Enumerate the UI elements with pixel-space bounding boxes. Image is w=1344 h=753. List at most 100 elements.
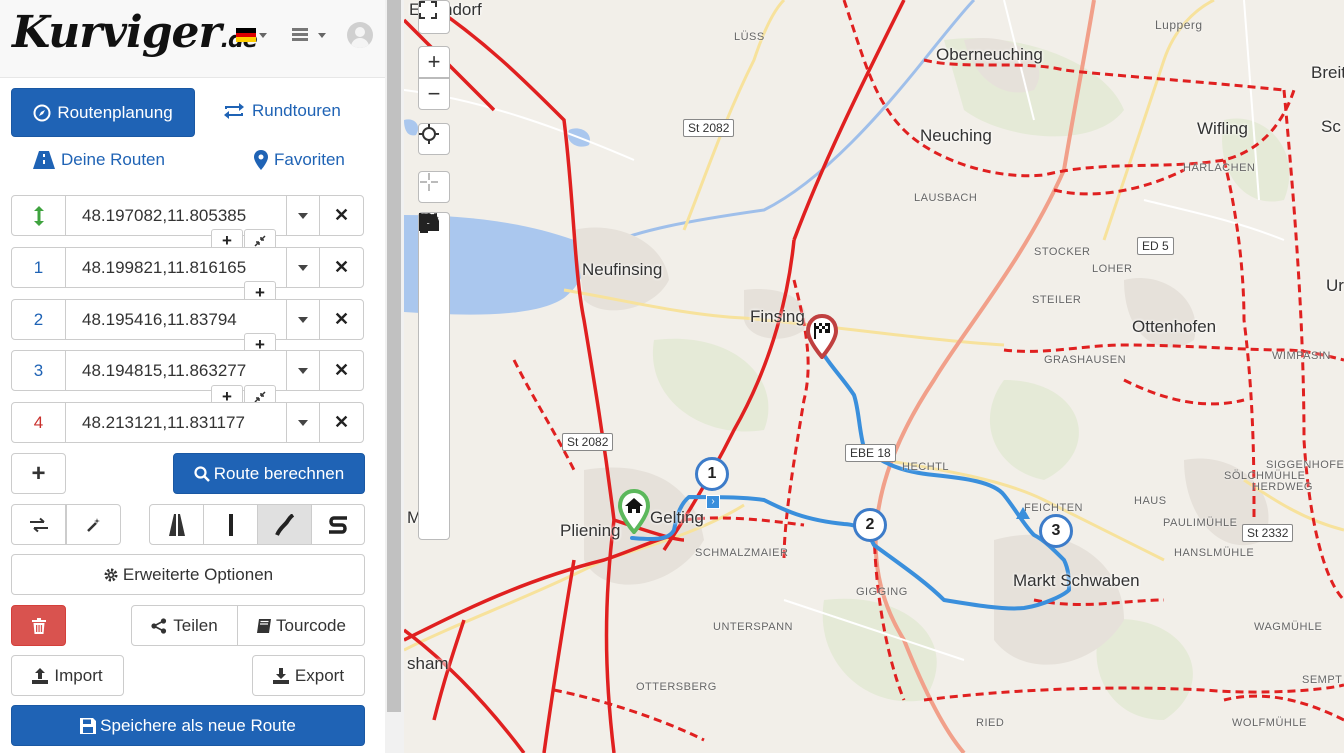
waypoint-number-badge[interactable]: 3	[11, 350, 66, 391]
map-locality-label: LÜSS	[734, 31, 765, 43]
waypoint-destination-badge[interactable]: 4	[11, 402, 66, 443]
waypoint-dropdown-button[interactable]	[286, 247, 320, 288]
map-locality-label: FEICHTEN	[1024, 502, 1083, 514]
chevron-down-icon[interactable]	[259, 33, 267, 38]
binoculars-layer-button[interactable]	[419, 216, 449, 539]
add-waypoint-button[interactable]: +	[11, 453, 66, 494]
map-marker-icon	[254, 150, 268, 170]
start-home-marker[interactable]	[616, 488, 652, 534]
straight-road-icon	[228, 513, 233, 536]
upload-icon	[32, 667, 49, 684]
advanced-options-button[interactable]: Erweiterte Optionen	[11, 554, 365, 595]
waypoint-row: 1 ✕	[11, 247, 364, 288]
museum-layer-button[interactable]	[419, 213, 449, 441]
reverse-route-button[interactable]	[11, 504, 66, 545]
logo[interactable]: Kurviger.de	[12, 8, 258, 66]
optimize-route-button[interactable]	[66, 504, 121, 545]
tab-route-planning-label: Routenplanung	[57, 102, 173, 122]
floppy-disk-icon	[80, 717, 97, 734]
map-canvas[interactable]: Eittendorf Oberneuching Neuching Wifling…	[404, 0, 1344, 753]
map-locality-label: GRASHAUSEN	[1044, 354, 1127, 366]
tourcode-button[interactable]: Tourcode	[237, 605, 365, 646]
tab-my-routes[interactable]: Deine Routen	[33, 150, 165, 170]
chevron-down-icon[interactable]	[318, 33, 326, 38]
waypoint-number-badge[interactable]: 1	[11, 247, 66, 288]
destination-flag-marker[interactable]	[804, 313, 840, 359]
waypoint-row: 2 ✕	[11, 299, 364, 340]
route-waypoint-marker-3[interactable]: 3	[1039, 514, 1073, 548]
export-button[interactable]: Export	[252, 655, 365, 696]
fullscreen-button[interactable]	[418, 0, 450, 34]
waypoints-layer-button[interactable]	[419, 213, 449, 311]
locate-me-button[interactable]	[418, 123, 450, 155]
waypoint-dropdown-button[interactable]	[286, 350, 320, 391]
chevron-down-icon	[298, 419, 308, 426]
map-town-label: Wifling	[1197, 119, 1249, 138]
delete-route-button[interactable]	[11, 605, 66, 646]
remove-waypoint-button[interactable]: ✕	[319, 402, 364, 443]
scrollbar-thumb[interactable]	[387, 0, 401, 712]
route-waypoint-marker-2[interactable]: 2	[853, 508, 887, 542]
tab-favorites[interactable]: Favoriten	[254, 150, 345, 170]
center-route-button[interactable]	[418, 171, 450, 203]
save-new-route-button[interactable]: Speichere als neue Route	[11, 705, 365, 746]
waypoint-number-badge[interactable]: 2	[11, 299, 66, 340]
waypoint-input[interactable]	[65, 402, 287, 443]
waypoint-dropdown-button[interactable]	[286, 195, 320, 236]
fuel-layer-button[interactable]	[419, 215, 449, 344]
language-flag-icon[interactable]	[236, 28, 256, 42]
menu-icon[interactable]	[292, 28, 308, 41]
flag-layer-button[interactable]	[419, 213, 449, 506]
curvature-straight-button[interactable]	[149, 504, 204, 545]
remove-waypoint-button[interactable]: ✕	[319, 350, 364, 391]
remove-waypoint-button[interactable]: ✕	[319, 195, 364, 236]
zoom-out-button[interactable]: −	[418, 78, 450, 110]
map-locality-label: HERDWEG	[1252, 481, 1313, 493]
settings-layer-button[interactable]	[419, 214, 449, 474]
curvature-low-button[interactable]	[203, 504, 258, 545]
advanced-options-label: Erweiterte Optionen	[122, 564, 274, 584]
direction-arrow-icon: ›	[706, 495, 720, 509]
zoom-in-button[interactable]: +	[418, 46, 450, 78]
info-layer-button[interactable]	[419, 213, 449, 409]
curvature-medium-button[interactable]	[257, 504, 312, 545]
tab-route-planning[interactable]: Routenplanung	[11, 88, 195, 137]
avatar[interactable]	[347, 22, 373, 48]
curvature-high-button[interactable]	[311, 504, 365, 545]
map-locality-label: SIGGENHOFEN	[1266, 459, 1344, 471]
remove-waypoint-button[interactable]: ✕	[319, 247, 364, 288]
share-label: Teilen	[173, 615, 218, 635]
map-locality-label: WAGMÜHLE	[1254, 621, 1323, 633]
save-new-route-label: Speichere als neue Route	[100, 715, 296, 735]
map-locality-label: STEILER	[1032, 294, 1082, 306]
waypoint-start-badge[interactable]	[11, 195, 66, 236]
map-town-label: Ur	[1326, 276, 1344, 295]
gear-icon	[104, 568, 118, 581]
compute-route-button[interactable]: Route berechnen	[173, 453, 365, 494]
map-town-label: Breit	[1311, 63, 1344, 82]
map-town-label: Ottenhofen	[1132, 317, 1217, 336]
import-button[interactable]: Import	[11, 655, 124, 696]
magic-wand-icon	[86, 517, 100, 532]
road-number-label: St 2082	[683, 119, 735, 137]
map-locality-label: WIMPASIN	[1272, 350, 1331, 362]
sidebar-scrollbar[interactable]	[385, 0, 404, 753]
share-button[interactable]: Teilen	[131, 605, 238, 646]
retweet-icon	[224, 103, 244, 119]
route-waypoint-marker-1[interactable]: 1	[695, 457, 729, 491]
mountain-layer-button[interactable]	[419, 215, 449, 376]
crosshair-icon	[419, 124, 439, 144]
map-base-layer	[404, 0, 1344, 753]
remove-waypoint-button[interactable]: ✕	[319, 299, 364, 340]
map-locality-label: GIGGING	[856, 586, 908, 598]
crosshair-icon	[420, 173, 438, 191]
search-icon	[194, 465, 210, 482]
map-locality-label: HAUS	[1134, 495, 1167, 507]
map-layer-button[interactable]	[419, 213, 449, 279]
waypoint-row: ✕	[11, 195, 364, 236]
map-town-label: Pliening	[560, 521, 621, 540]
tab-round-trips[interactable]: Rundtouren	[222, 101, 341, 121]
waypoint-dropdown-button[interactable]	[286, 402, 320, 443]
book-icon	[257, 618, 272, 633]
waypoint-dropdown-button[interactable]	[286, 299, 320, 340]
